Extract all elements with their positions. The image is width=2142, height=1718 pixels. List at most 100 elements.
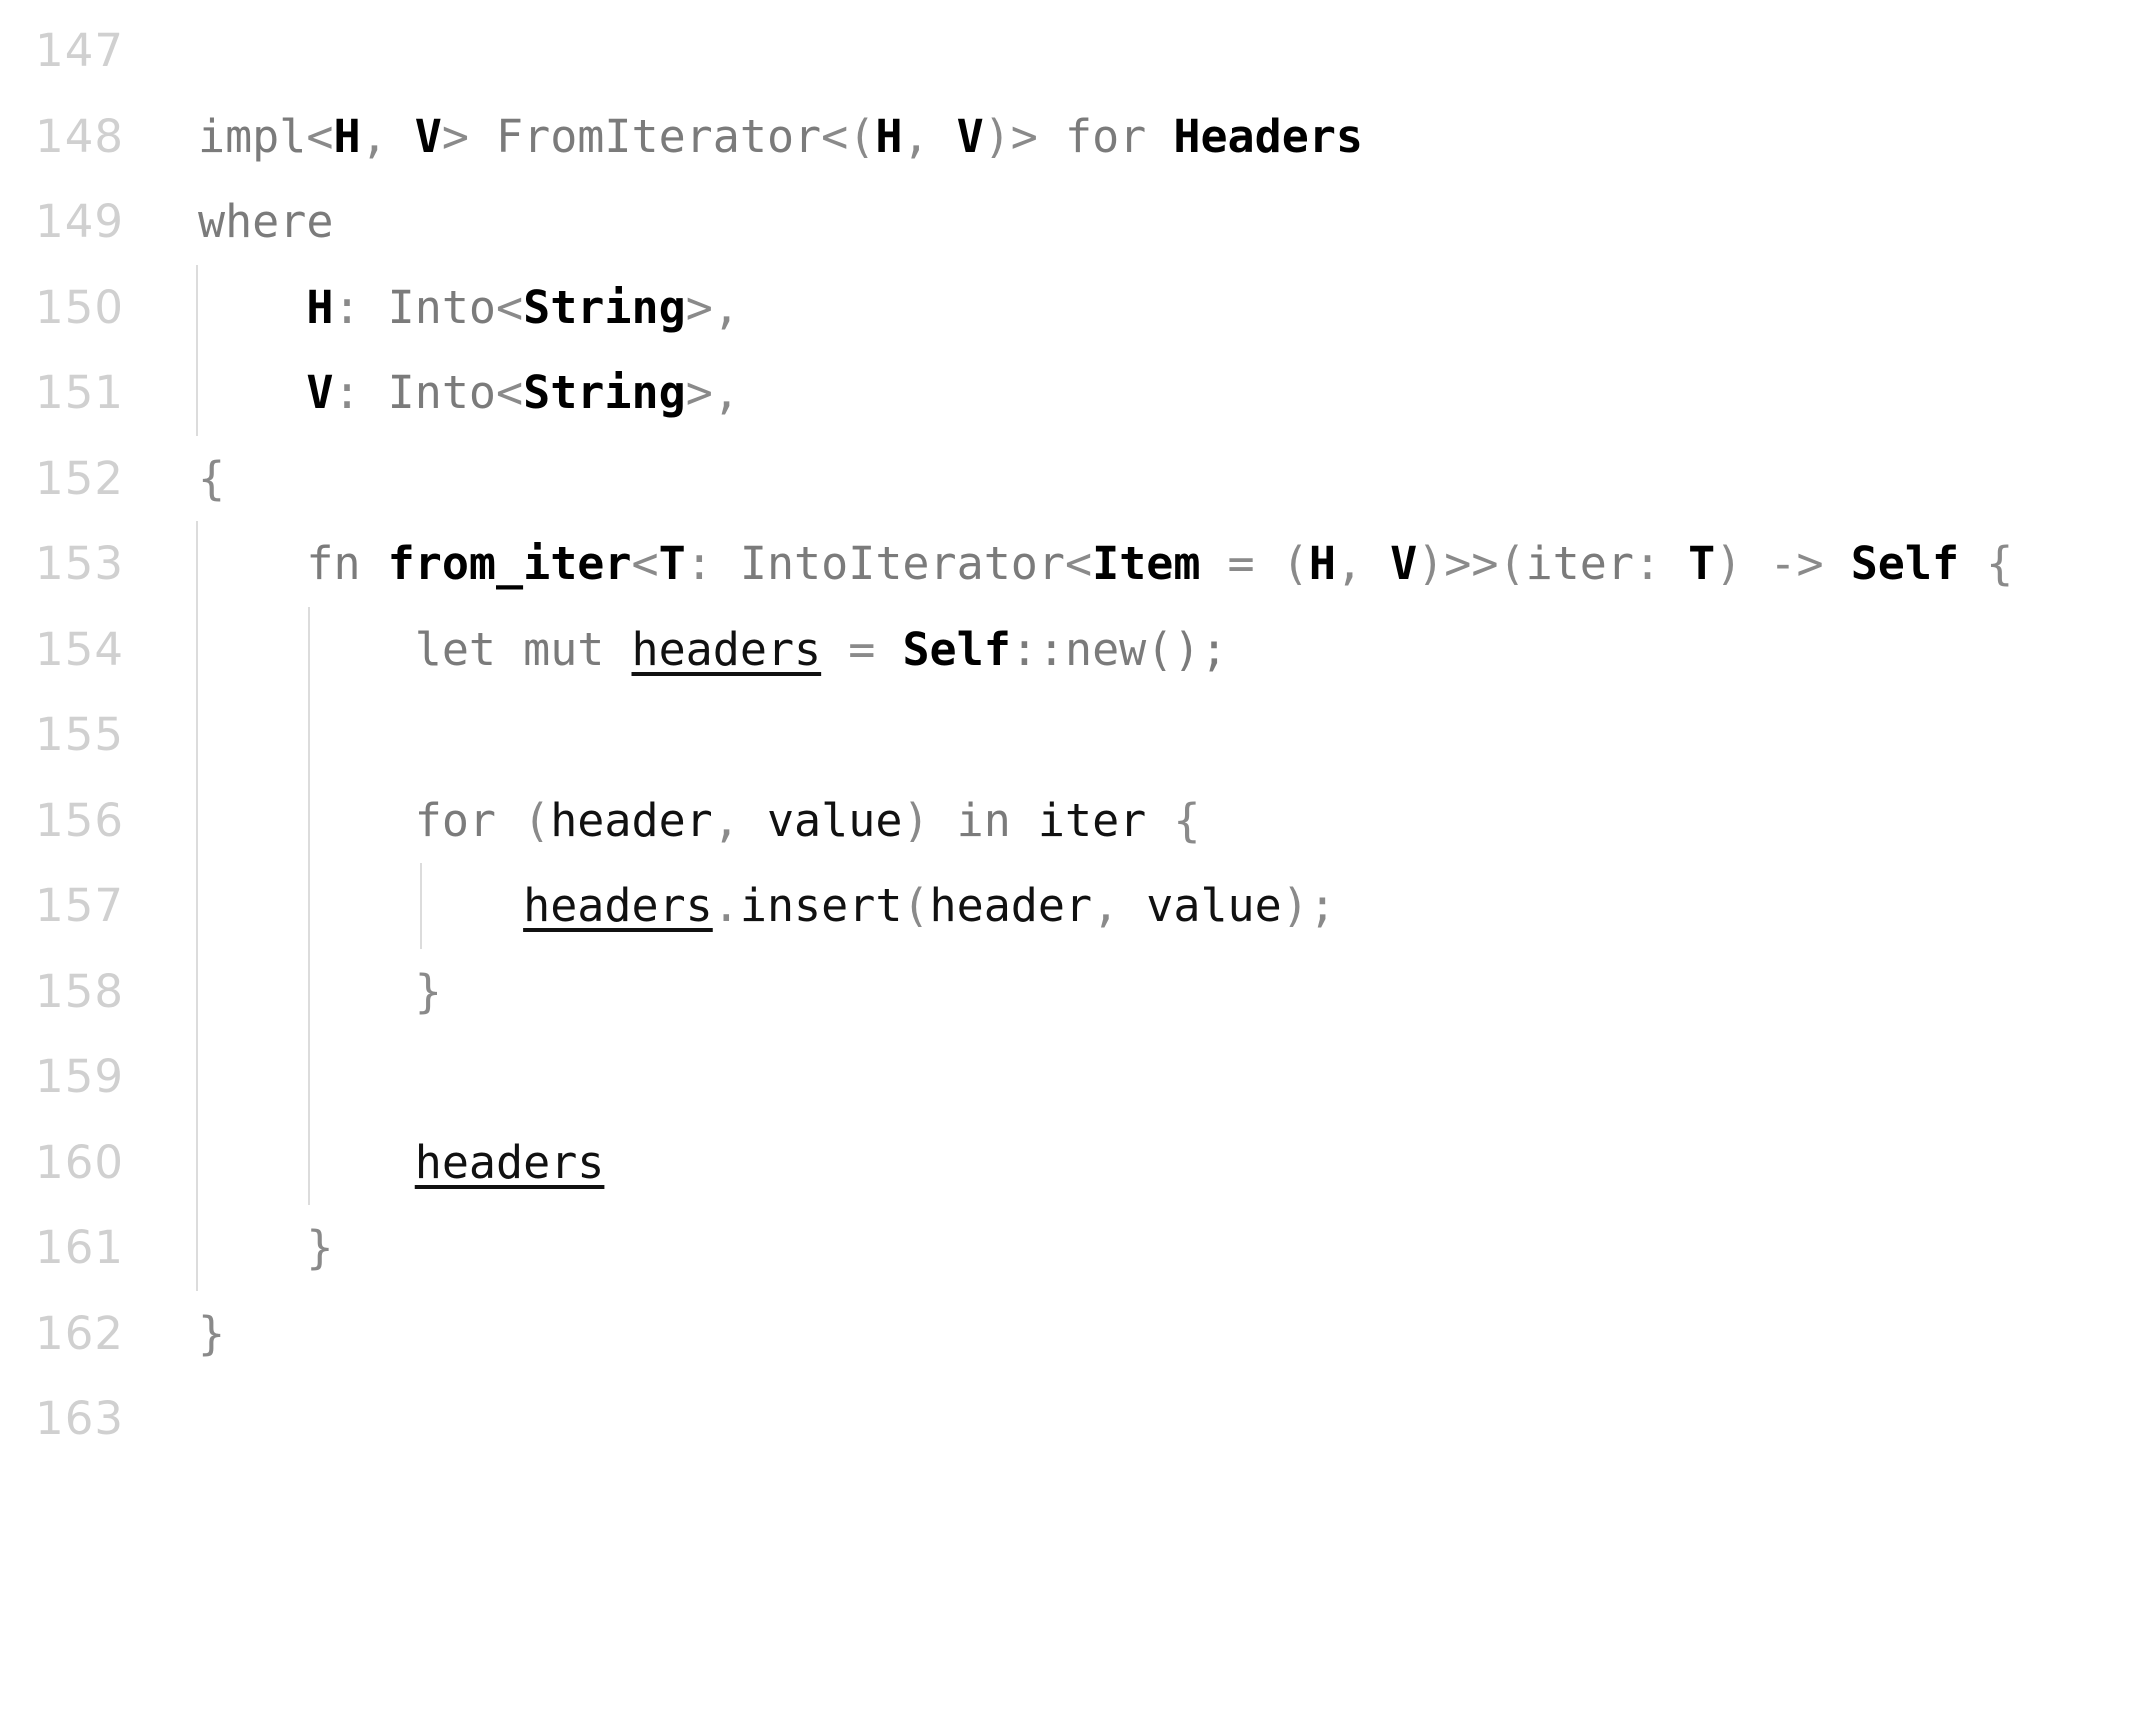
line-number: 152 (35, 451, 124, 505)
line-content[interactable]: where (198, 179, 333, 265)
token-punct: , (902, 109, 957, 163)
token-punct-dot: . (712, 879, 740, 932)
token-brace-open: { (1146, 793, 1201, 847)
line-number: 153 (35, 537, 124, 590)
line-content[interactable]: for (header, value) in iter { (198, 778, 1201, 864)
token-type-self: Self (1850, 537, 1960, 590)
indent-guide (196, 1034, 198, 1120)
line-number: 157 (35, 879, 124, 932)
token-method-insert: insert (739, 879, 903, 932)
line-content[interactable]: } (198, 1205, 333, 1291)
code-line[interactable]: 154 let mut headers = Self::new(); (0, 606, 2142, 693)
code-line[interactable]: 156 for (header, value) in iter { (0, 777, 2142, 864)
token-punct-equals: = (821, 622, 903, 676)
line-content[interactable]: V: Into<String>, (198, 350, 740, 436)
code-line[interactable]: 151 V: Into<String>, (0, 350, 2142, 436)
token-punct: : (1633, 537, 1689, 590)
code-line[interactable]: 148 impl<H, V> FromIterator<(H, V)> for … (0, 94, 2142, 180)
token-type-self: Self (902, 622, 1011, 676)
token-generic-t: T (658, 537, 686, 590)
line-number: 156 (35, 793, 124, 847)
token-generic-h: H (333, 109, 361, 163)
token-punct: , (360, 109, 415, 163)
code-editor[interactable]: 147 148 impl<H, V> FromIterator<(H, V)> … (0, 0, 2142, 1458)
token-var-value: value (1146, 879, 1282, 932)
token-trait-fromiterator: FromIterator (496, 109, 822, 163)
token-keyword-impl: impl (198, 109, 307, 163)
token-generic-v: V (414, 109, 442, 163)
token-punct: )>>( (1417, 537, 1526, 590)
token-punct: : (333, 280, 388, 334)
code-line[interactable]: 158 } (0, 948, 2142, 1035)
line-content[interactable]: fn from_iter<T: IntoIterator<Item = (H, … (198, 521, 2013, 607)
token-punct: < (1064, 537, 1093, 590)
indent-guide (308, 692, 310, 778)
token-brace-close: } (414, 964, 442, 1018)
line-content[interactable]: H: Into<String>, (198, 265, 740, 351)
token-var-header: header (929, 879, 1093, 932)
token-generic-h: H (1308, 537, 1336, 590)
line-content[interactable]: headers.insert(header, value); (198, 863, 1336, 949)
token-assoc-item: Item (1092, 537, 1201, 590)
token-var-header: header (550, 793, 713, 847)
token-brace-close: } (198, 1306, 226, 1360)
line-number: 162 (35, 1306, 124, 1360)
line-number: 161 (35, 1221, 124, 1274)
token-var-headers: headers (631, 622, 822, 676)
code-line[interactable]: 155 (0, 692, 2142, 778)
code-line[interactable]: 163 (0, 1376, 2142, 1462)
line-content[interactable]: let mut headers = Self::new(); (198, 607, 1228, 693)
token-keyword-where: where (198, 195, 334, 248)
code-line[interactable]: 160 headers (0, 1119, 2142, 1206)
token-var-value: value (766, 793, 903, 847)
code-line[interactable]: 149 where (0, 179, 2142, 265)
token-var-headers: headers (523, 879, 713, 932)
token-generic-t: T (1688, 537, 1716, 590)
line-number: 163 (35, 1392, 124, 1445)
line-content[interactable]: headers (198, 1120, 605, 1206)
token-punct: >, (685, 366, 740, 419)
token-var-headers: headers (414, 1135, 605, 1189)
code-line[interactable]: 152 { (0, 436, 2142, 522)
code-line[interactable]: 161 } (0, 1205, 2142, 1291)
token-punct: : (685, 537, 740, 590)
line-content[interactable]: } (198, 949, 442, 1035)
code-line[interactable]: 150 H: Into<String>, (0, 264, 2142, 351)
token-generic-v: V (1390, 537, 1418, 590)
code-lines-container: 147 148 impl<H, V> FromIterator<(H, V)> … (0, 0, 2142, 1462)
token-trait-into: Into (387, 280, 497, 334)
line-content[interactable]: } (198, 1291, 225, 1377)
code-line[interactable]: 159 (0, 1034, 2142, 1120)
token-keyword-fn: fn (306, 537, 388, 590)
token-trait-into: Into (387, 366, 497, 419)
token-keyword-for: for (1064, 109, 1174, 163)
token-punct: ( (902, 879, 930, 932)
code-line[interactable]: 157 headers.insert(header, value); (0, 863, 2142, 949)
token-generic-h: H (875, 109, 903, 163)
token-punct: < (631, 537, 659, 590)
line-number: 150 (35, 280, 124, 334)
token-punct: < (496, 280, 524, 334)
token-fn-name: from_iter (387, 537, 632, 590)
token-generic-v: V (956, 109, 984, 163)
code-line[interactable]: 153 fn from_iter<T: IntoIterator<Item = … (0, 521, 2142, 607)
code-line[interactable]: 162 } (0, 1291, 2142, 1377)
line-content[interactable]: { (198, 436, 225, 522)
token-generic-v: V (306, 366, 334, 419)
token-punct: , (712, 793, 767, 847)
token-punct: < (306, 109, 334, 163)
code-line[interactable]: 147 (0, 8, 2142, 94)
token-brace-open: { (1959, 537, 2014, 590)
line-number: 160 (35, 1135, 124, 1189)
line-number: 151 (35, 366, 124, 419)
line-number: 147 (35, 24, 124, 77)
line-content[interactable]: impl<H, V> FromIterator<(H, V)> for Head… (198, 94, 1363, 180)
line-number: 155 (35, 708, 124, 761)
token-punct: , (1335, 537, 1391, 590)
token-param-iter: iter (1525, 537, 1634, 590)
